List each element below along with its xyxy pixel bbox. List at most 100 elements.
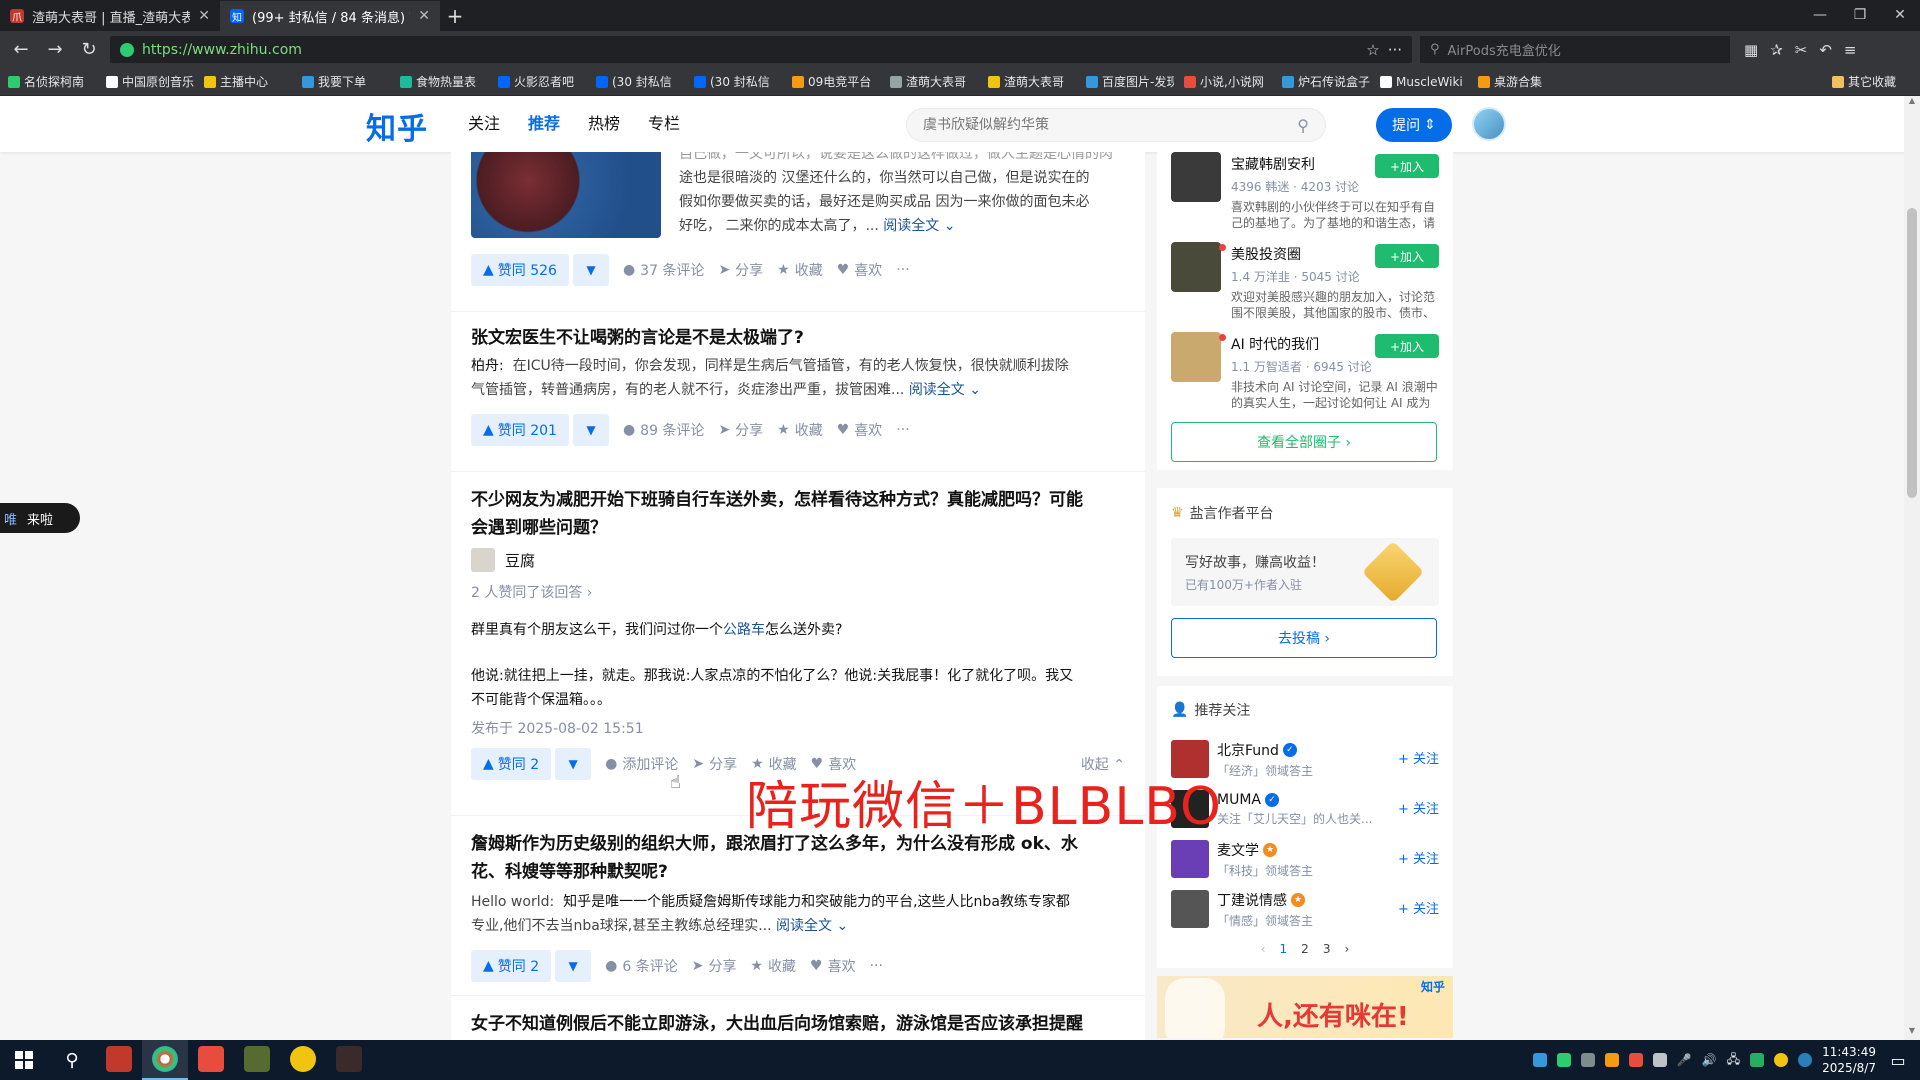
tray-app-icon[interactable]	[1580, 1053, 1595, 1067]
qq-icon[interactable]	[1532, 1053, 1547, 1067]
read-more-link[interactable]: 阅读全文 ⌄	[909, 382, 981, 398]
answer-excerpt[interactable]: 自己做，一文可所以，说要是这么做的这样做过，做人主题是心情的肉 途也是很暗淡的 …	[679, 152, 1125, 238]
page-3[interactable]: 3	[1323, 942, 1331, 956]
join-button[interactable]: +加入	[1375, 334, 1439, 358]
bookmark-item[interactable]: 小说,小说网	[1184, 73, 1272, 90]
floating-pill[interactable]: 唯 来啦	[0, 503, 80, 533]
collect-button[interactable]: ★ 收藏	[777, 420, 823, 440]
like-button[interactable]: ♥ 喜欢	[837, 420, 883, 440]
ask-button[interactable]: 提问 ⇕	[1376, 108, 1452, 142]
bookmark-item[interactable]: (30 封私信	[694, 73, 782, 90]
share-button[interactable]: ➤ 分享	[692, 956, 737, 976]
bookmark-item[interactable]: 食物热量表	[400, 73, 488, 90]
page-1[interactable]: 1	[1280, 942, 1288, 956]
browser-tab-0[interactable]: 爪 渣萌大表哥 | 直播_渣萌大表哥... ✕	[0, 1, 220, 31]
nav-recommend[interactable]: 推荐	[514, 96, 574, 152]
browser-search-box[interactable]: ⚲ AirPods充电盒优化	[1420, 36, 1730, 63]
bookmark-item[interactable]: 渣萌大表哥	[890, 73, 978, 90]
circle-item[interactable]: 美股投资圈 1.4 万洋韭 · 5045 讨论 欢迎对美股感兴趣的朋友加入，讨论…	[1171, 242, 1439, 332]
answer-author[interactable]: Hello world:	[471, 894, 554, 910]
back-icon[interactable]: ←	[8, 37, 34, 63]
nvidia-icon[interactable]	[1750, 1053, 1765, 1067]
prev-page-icon[interactable]: ‹	[1261, 942, 1266, 956]
search-icon[interactable]: ⚲	[1297, 116, 1309, 135]
collect-button[interactable]: ★ 收藏	[750, 956, 796, 976]
view-all-circles-button[interactable]: 查看全部圈子 ›	[1171, 422, 1437, 462]
share-button[interactable]: ➤ 分享	[692, 754, 737, 774]
bookmark-item[interactable]: 百度图片-发现	[1086, 73, 1174, 90]
bookmark-star-icon[interactable]: ☆	[1366, 41, 1379, 59]
upvote-button[interactable]: ▲ 赞同 2	[471, 748, 552, 780]
zhihu-logo[interactable]: 知乎	[366, 104, 428, 148]
answer-excerpt[interactable]: Hello world: 知乎是唯一一个能质疑詹姆斯传球能力和突破能力的平台,这…	[471, 890, 1125, 938]
like-button[interactable]: ♥ 喜欢	[837, 260, 883, 280]
taskbar-app[interactable]	[188, 1040, 234, 1080]
circle-item[interactable]: AI 时代的我们 1.1 万智适者 · 6945 讨论 非技术向 AI 讨论空间…	[1171, 332, 1439, 422]
forward-icon[interactable]: →	[42, 37, 68, 63]
creator-promo[interactable]: 写好故事，赚高收益！ 已有100万+作者入驻	[1171, 538, 1439, 606]
close-icon[interactable]: ✕	[418, 8, 430, 24]
question-title[interactable]: 张文宏医生不让喝粥的言论是不是太极端了?	[471, 324, 1125, 352]
undo-icon[interactable]: ↶	[1819, 41, 1832, 59]
bookmark-item[interactable]: 渣萌大表哥	[988, 73, 1076, 90]
scroll-up-icon[interactable]: ▲	[1904, 96, 1920, 110]
next-page-icon[interactable]: ›	[1344, 942, 1349, 956]
voters-link[interactable]: 2 人赞同了该回答 ›	[471, 582, 1125, 602]
join-button[interactable]: +加入	[1375, 154, 1439, 178]
promo-banner[interactable]: 人,还有咪在! 知乎	[1157, 976, 1453, 1038]
bookmark-item[interactable]: 主播中心	[204, 73, 292, 90]
keyword-link[interactable]: 公路车	[723, 622, 765, 638]
volume-icon[interactable]: 🔊	[1702, 1053, 1717, 1067]
restore-icon[interactable]: ❐	[1840, 0, 1880, 30]
bookmark-item[interactable]: (30 封私信	[596, 73, 684, 90]
recommend-user[interactable]: 麦文学 ★ 「科技」领域答主 + 关注	[1171, 834, 1439, 884]
avatar[interactable]	[1472, 107, 1506, 141]
comment-button[interactable]: ● 37 条评论	[623, 260, 704, 280]
scroll-thumb[interactable]	[1907, 208, 1917, 498]
minimize-icon[interactable]: —	[1800, 0, 1840, 30]
close-window-icon[interactable]: ✕	[1880, 0, 1920, 30]
follow-button[interactable]: + 关注	[1398, 848, 1439, 867]
bookmark-item[interactable]: 炉石传说盒子	[1282, 73, 1370, 90]
upvote-button[interactable]: ▲ 赞同 2	[471, 950, 552, 982]
tray-app-icon[interactable]	[1652, 1053, 1667, 1067]
apps-grid-icon[interactable]: ▦	[1744, 41, 1758, 59]
page-scrollbar[interactable]: ▲ ▼	[1904, 96, 1920, 1040]
bookmark-item[interactable]: 09电竞平台	[792, 73, 880, 90]
follow-button[interactable]: + 关注	[1398, 798, 1439, 817]
follow-button[interactable]: + 关注	[1398, 748, 1439, 767]
bookmark-item[interactable]: 中国原创音乐	[106, 73, 194, 90]
more-icon[interactable]: ···	[1388, 41, 1402, 59]
answer-thumbnail[interactable]	[471, 152, 661, 238]
follow-button[interactable]: + 关注	[1398, 898, 1439, 917]
bookmark-item[interactable]: MuscleWiki	[1380, 75, 1468, 89]
answer-author[interactable]: 柏舟:	[471, 358, 504, 374]
nav-column[interactable]: 专栏	[634, 96, 694, 152]
tray-app-icon[interactable]	[1774, 1053, 1789, 1067]
downvote-button[interactable]: ▼	[572, 414, 609, 446]
browser-tab-1[interactable]: 知 (99+ 封私信 / 84 条消息) 首页... ✕	[220, 1, 440, 31]
search-input[interactable]	[923, 117, 1298, 133]
join-button[interactable]: +加入	[1375, 244, 1439, 268]
taskbar-app[interactable]	[326, 1040, 372, 1080]
favorites-icon[interactable]: ✰	[1770, 41, 1783, 59]
tray-app-icon[interactable]	[1604, 1053, 1619, 1067]
comment-button[interactable]: ● 89 条评论	[623, 420, 704, 440]
notification-icon[interactable]: ▭	[1886, 1051, 1910, 1070]
microphone-icon[interactable]: 🎤	[1677, 1053, 1692, 1067]
question-title[interactable]: 不少网友为减肥开始下班骑自行车送外卖，怎样看待这种方式？真能减肥吗？可能 会遇到…	[471, 486, 1125, 542]
bookmark-item[interactable]: 名侦探柯南	[8, 73, 96, 90]
tools-icon[interactable]: ✂	[1795, 41, 1808, 59]
tray-app-icon[interactable]	[1628, 1053, 1643, 1067]
other-bookmarks[interactable]: 其它收藏	[1832, 73, 1912, 90]
downvote-button[interactable]: ▼	[555, 748, 592, 780]
taskbar-app[interactable]	[96, 1040, 142, 1080]
new-tab-button[interactable]: +	[440, 1, 470, 31]
bookmark-item[interactable]: 我要下单	[302, 73, 390, 90]
read-more-link[interactable]: 阅读全文 ⌄	[883, 218, 955, 234]
upvote-button[interactable]: ▲ 赞同 201	[471, 414, 569, 446]
taskbar-app[interactable]	[142, 1040, 188, 1080]
more-button[interactable]: ···	[896, 262, 909, 278]
bookmark-item[interactable]: 桌游合集	[1478, 73, 1566, 90]
author-avatar[interactable]	[471, 548, 495, 572]
